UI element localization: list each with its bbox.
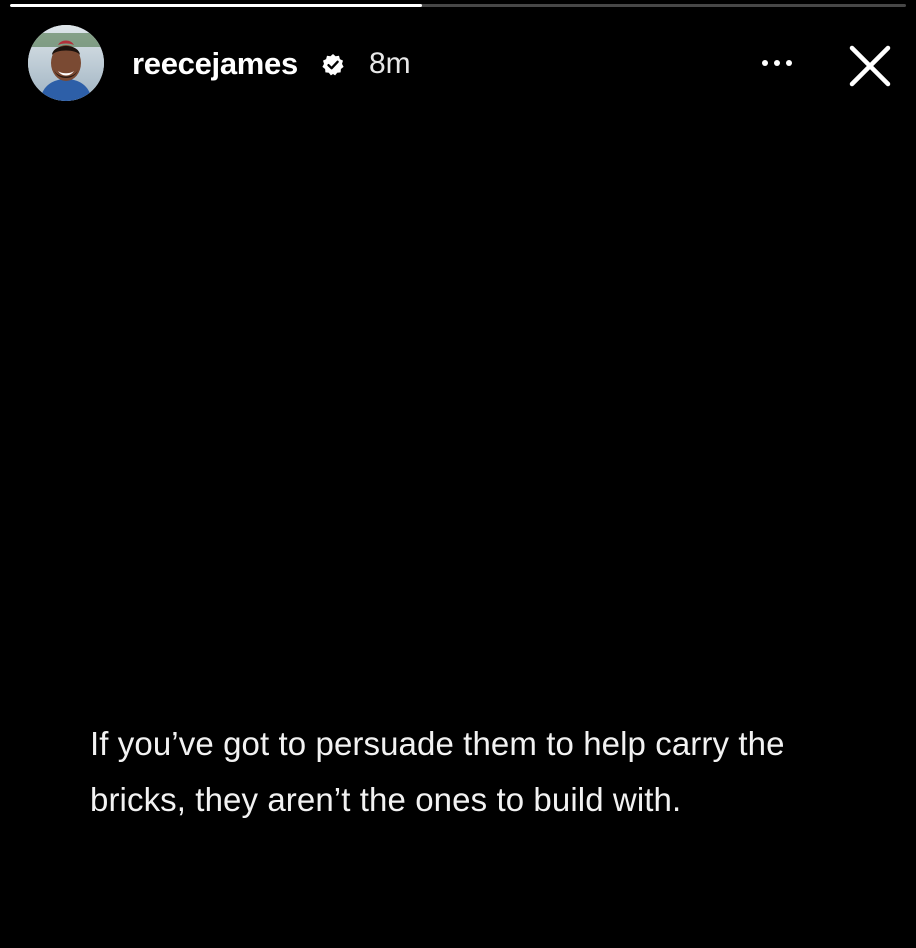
close-button[interactable] bbox=[844, 40, 896, 92]
verified-badge-icon bbox=[321, 53, 345, 77]
more-horizontal-icon bbox=[762, 60, 792, 66]
username[interactable]: reecejames bbox=[132, 46, 298, 82]
story-progress-fill bbox=[10, 4, 423, 7]
story-viewer: reecejames 8m If you’ve got to persuade … bbox=[0, 0, 916, 948]
more-options-button[interactable] bbox=[752, 48, 802, 78]
story-caption: If you’ve got to persuade them to help c… bbox=[90, 725, 785, 818]
story-progress-bar bbox=[10, 4, 906, 7]
close-icon bbox=[849, 45, 891, 87]
avatar[interactable] bbox=[28, 25, 104, 101]
post-timestamp: 8m bbox=[369, 47, 411, 80]
avatar-image bbox=[28, 25, 104, 101]
story-header: reecejames 8m bbox=[0, 22, 916, 106]
